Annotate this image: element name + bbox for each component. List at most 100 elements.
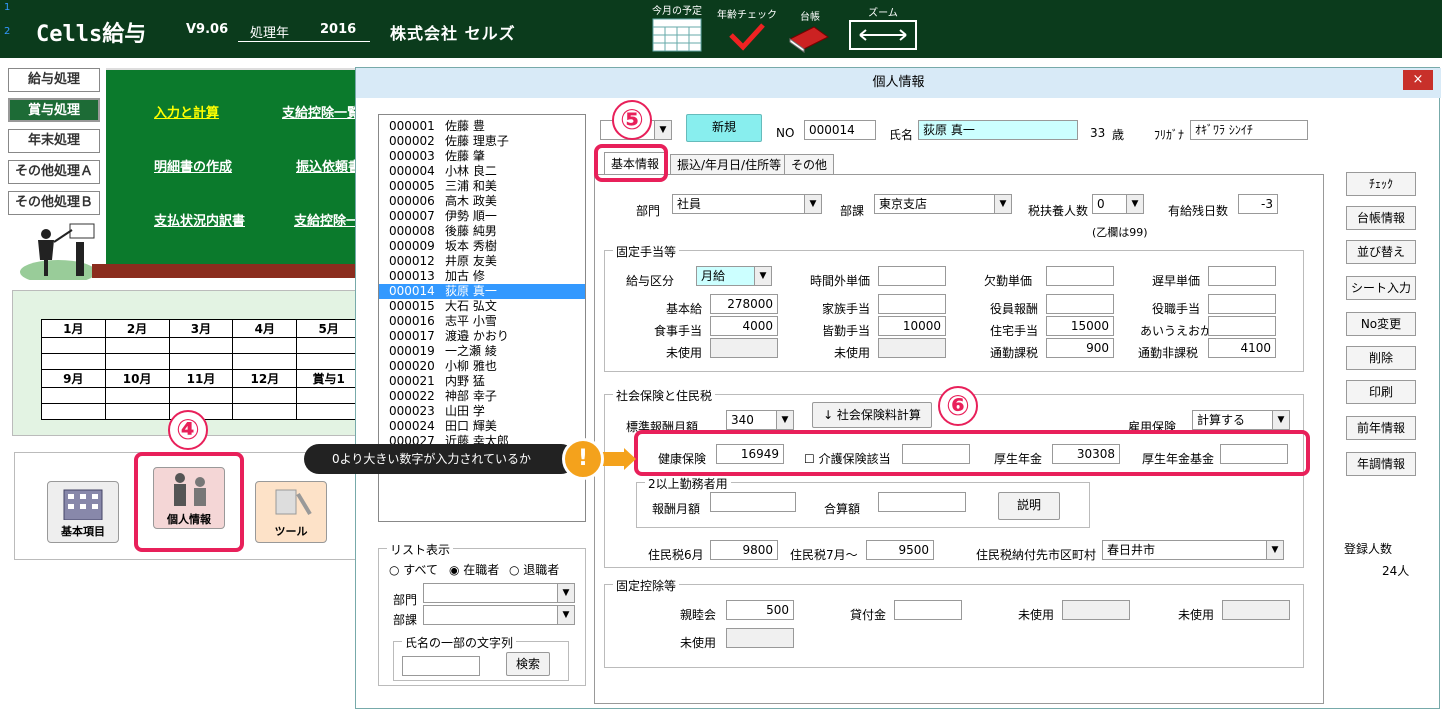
list-item[interactable]: 000008 後藤 純男 [389, 224, 585, 239]
dept-select[interactable]: 社員 [672, 194, 822, 214]
resident-june-field[interactable]: 9800 [710, 540, 778, 560]
zoom-button[interactable]: ズーム [848, 4, 918, 54]
tab-other[interactable]: その他 [784, 154, 835, 174]
kana-field[interactable]: ｵｷﾞﾜﾗ ｼﾝｲﾁ [1190, 120, 1308, 140]
employee-no: 000007 [389, 209, 435, 223]
no-change-button[interactable]: No変更 [1346, 312, 1416, 336]
resident-july-field[interactable]: 9500 [866, 540, 934, 560]
housing-allow-field[interactable]: 15000 [1046, 316, 1114, 336]
family-allow-field[interactable] [878, 294, 946, 314]
filter-section-select[interactable] [423, 605, 575, 625]
explain-button[interactable]: 説明 [998, 492, 1060, 520]
list-item[interactable]: 000001 佐藤 豊 [389, 119, 585, 134]
list-item[interactable]: 000023 山田 学 [389, 404, 585, 419]
commute-notax-field[interactable]: 4100 [1208, 338, 1276, 358]
menu-bonus[interactable]: 賞与処理 [8, 98, 100, 122]
tab-transfer[interactable]: 振込/年月日/住所等 [670, 154, 789, 174]
basic-items-button[interactable]: 基本項目 [47, 481, 119, 543]
std-pay-select[interactable]: 340 [726, 410, 794, 430]
dependents-label: 税扶養人数 [1028, 204, 1089, 218]
menu-yearend[interactable]: 年末処理 [8, 129, 100, 153]
month-cell: 5月 [296, 319, 361, 338]
age-check-button[interactable]: 年齢チェック [714, 6, 780, 56]
link-payment-list-2[interactable]: 支給控除一 [294, 210, 359, 229]
dialog-title: 個人情報 [356, 68, 1441, 98]
list-item[interactable]: 000015 大石 弘文 [389, 299, 585, 314]
late-field[interactable] [1208, 266, 1276, 286]
basic-pay-field[interactable]: 278000 [710, 294, 778, 314]
link-input-calc[interactable]: 入力と計算 [154, 102, 219, 121]
loan-field[interactable] [894, 600, 962, 620]
list-item[interactable]: 000024 田口 輝美 [389, 419, 585, 434]
list-item[interactable]: 000021 内野 猛 [389, 374, 585, 389]
radio-all[interactable]: ○ すべて [389, 561, 438, 578]
check-button[interactable]: ﾁｪｯｸ [1346, 172, 1416, 196]
link-payslip[interactable]: 明細書の作成 [154, 156, 232, 175]
menu-other-b[interactable]: その他処理Ｂ [8, 191, 100, 215]
list-item[interactable]: 000016 志平 小雪 [389, 314, 585, 329]
officer-pay-field[interactable] [1046, 294, 1114, 314]
print-button[interactable]: 印刷 [1346, 380, 1416, 404]
city-select[interactable]: 春日井市 [1102, 540, 1284, 560]
sheet-input-button[interactable]: シート入力 [1346, 276, 1416, 300]
delete-button[interactable]: 削除 [1346, 346, 1416, 370]
section-select[interactable]: 東京支店 [874, 194, 1012, 214]
ledger-info-button[interactable]: 台帳情報 [1346, 206, 1416, 230]
multi-total-field[interactable] [878, 492, 966, 512]
sort-button[interactable]: 並び替え [1346, 240, 1416, 264]
list-item[interactable]: 000005 三浦 和美 [389, 179, 585, 194]
list-item[interactable]: 000019 一之瀬 綾 [389, 344, 585, 359]
list-item[interactable]: 000002 佐藤 理恵子 [389, 134, 585, 149]
highlight-personal-info [134, 452, 244, 552]
dependents-select[interactable]: 0 [1092, 194, 1144, 214]
name-field[interactable]: 荻原 真一 [918, 120, 1078, 140]
social-club-field[interactable]: 500 [726, 600, 794, 620]
absence-field[interactable] [1046, 266, 1114, 286]
menu-salary[interactable]: 給与処理 [8, 68, 100, 92]
list-item[interactable]: 000004 小林 良二 [389, 164, 585, 179]
list-item[interactable]: 000020 小柳 雅也 [389, 359, 585, 374]
list-item[interactable]: 000006 高木 政美 [389, 194, 585, 209]
employee-no: 000017 [389, 329, 435, 343]
overtime-field[interactable] [878, 266, 946, 286]
new-button[interactable]: 新規 [686, 114, 762, 142]
close-button[interactable]: × [1403, 70, 1433, 90]
link-payment-list[interactable]: 支給控除一覧 [282, 102, 360, 121]
year-adjust-button[interactable]: 年調情報 [1346, 452, 1416, 476]
resident-june-label: 住民税6月 [648, 548, 704, 562]
list-item[interactable]: 000022 神部 幸子 [389, 389, 585, 404]
position-allow-field[interactable] [1208, 294, 1276, 314]
search-button[interactable]: 検索 [506, 652, 550, 676]
list-item[interactable]: 000013 加古 修 [389, 269, 585, 284]
commute-tax-field[interactable]: 900 [1046, 338, 1114, 358]
list-item[interactable]: 000014 荻原 真一 [379, 284, 585, 299]
prev-year-button[interactable]: 前年情報 [1346, 416, 1416, 440]
name-search-input[interactable] [402, 656, 480, 676]
menu-other-a[interactable]: その他処理Ａ [8, 160, 100, 184]
emp-insurance-select[interactable]: 計算する [1192, 410, 1290, 430]
no-field[interactable]: 000014 [804, 120, 876, 140]
attendance-allow-field[interactable]: 10000 [878, 316, 946, 336]
employee-no: 000001 [389, 119, 435, 133]
list-item[interactable]: 000017 渡邉 かおり [389, 329, 585, 344]
employee-name: 山田 学 [445, 404, 485, 418]
tool-button[interactable]: ツール [255, 481, 327, 543]
meal-allow-field[interactable]: 4000 [710, 316, 778, 336]
link-status-detail[interactable]: 支払状況内訳書 [154, 210, 245, 229]
schedule-button[interactable]: 今月の予定 [648, 2, 706, 56]
filter-dept-select[interactable] [423, 583, 575, 603]
list-item[interactable]: 000009 坂本 秀樹 [389, 239, 585, 254]
list-item[interactable]: 000007 伊勢 順一 [389, 209, 585, 224]
highlight-basic-tab [594, 144, 668, 182]
list-item[interactable]: 000003 佐藤 肇 [389, 149, 585, 164]
calc-insurance-button[interactable]: ↓ 社会保険料計算 [812, 402, 932, 428]
radio-active[interactable]: ◉ 在職者 [449, 561, 499, 578]
ledger-button[interactable]: 台帳 [786, 8, 834, 56]
leave-field[interactable]: -3 [1238, 194, 1278, 214]
pay-type-select[interactable]: 月給 [696, 266, 772, 286]
radio-retired[interactable]: ○ 退職者 [509, 561, 559, 578]
multi-pay-field[interactable] [710, 492, 796, 512]
custom-allow-field[interactable] [1208, 316, 1276, 336]
list-item[interactable]: 000012 井原 友美 [389, 254, 585, 269]
link-transfer[interactable]: 振込依頼書 [296, 156, 361, 175]
